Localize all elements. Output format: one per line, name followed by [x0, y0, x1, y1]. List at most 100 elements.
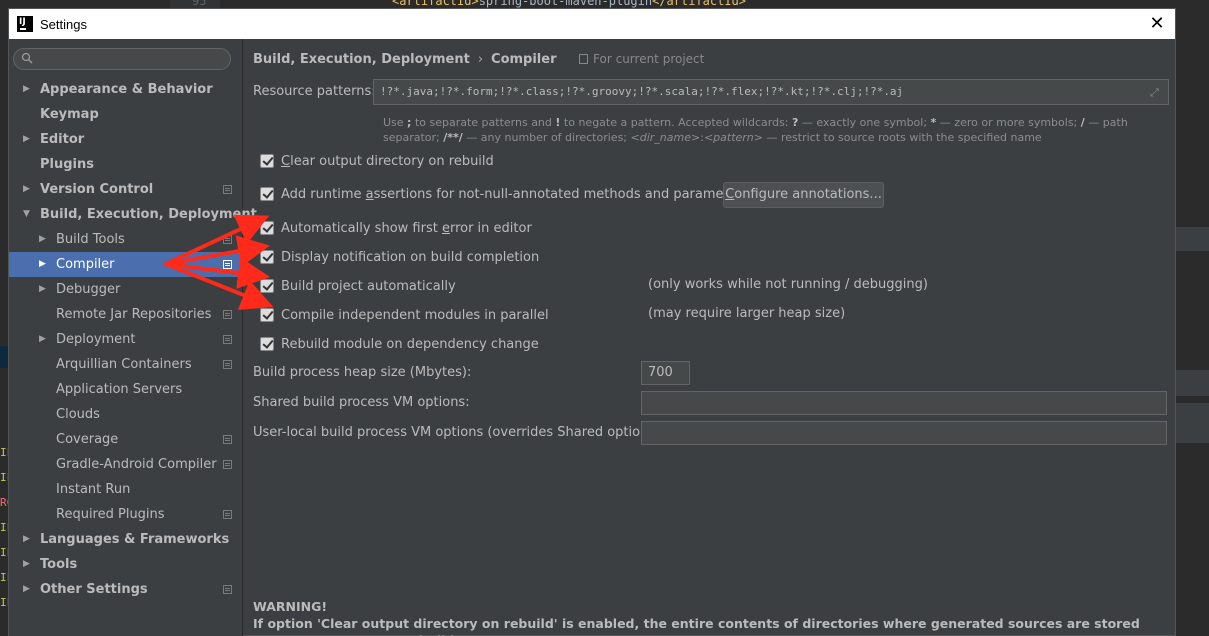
code-text: spring-boot-maven-plugin — [478, 0, 653, 8]
warning-text: If option 'Clear output directory on reb… — [253, 616, 1140, 636]
option-checkbox-row[interactable]: Build project automatically — [260, 277, 456, 295]
project-settings-icon — [223, 335, 232, 344]
settings-search[interactable] — [13, 48, 231, 70]
option-checkbox-row[interactable]: Display notification on build completion — [260, 248, 539, 266]
console-line: IF — [0, 471, 8, 484]
chevron-right-icon[interactable]: ▶ — [39, 252, 49, 277]
project-scope-icon — [579, 54, 589, 64]
project-settings-icon — [223, 235, 232, 244]
warning-message: WARNING! If option 'Clear output directo… — [253, 598, 1173, 636]
sidebar-item[interactable]: Coverage — [9, 427, 242, 452]
resource-patterns-hint: Use ; to separate patterns and ! to nega… — [383, 116, 1128, 144]
option-checkbox-row[interactable]: Automatically show first error in editor — [260, 219, 532, 237]
sidebar-item[interactable]: ▶ Other Settings — [9, 577, 242, 602]
sidebar-item-label: Instant Run — [56, 482, 131, 497]
checkbox[interactable] — [260, 187, 274, 201]
console-line: IF — [0, 571, 8, 584]
shared-vm-options-label: Shared build process VM options: — [253, 395, 470, 410]
shared-vm-options-field[interactable] — [641, 391, 1167, 415]
sidebar-item[interactable]: Application Servers — [9, 377, 242, 402]
intellij-logo-icon — [17, 16, 33, 32]
settings-dialog: Settings ✕ ▶Appearance & BehaviorKeymap▶… — [8, 8, 1176, 636]
dialog-title: Settings — [40, 16, 87, 32]
project-settings-icon — [223, 585, 232, 594]
configure-annotations-button[interactable]: Configure annotations... — [723, 182, 884, 208]
chevron-right-icon[interactable]: ▶ — [23, 527, 33, 552]
checkbox[interactable] — [260, 250, 274, 264]
resource-patterns-field[interactable]: !?*.java;!?*.form;!?*.class;!?*.groovy;!… — [373, 79, 1169, 105]
chevron-right-icon[interactable]: ▶ — [23, 552, 33, 577]
sidebar-item-label: Appearance & Behavior — [40, 82, 213, 97]
compiler-settings-panel: Build, Execution, Deployment › Compiler Fo… — [244, 39, 1175, 636]
project-scope-label: For current project — [593, 52, 705, 66]
project-scope-note: For current project — [579, 52, 704, 66]
option-checkbox-row[interactable]: Add runtime assertions for not-null-anno… — [260, 185, 749, 203]
sidebar-item[interactable]: ▶ Deployment — [9, 327, 242, 352]
sidebar-item-label: Tools — [40, 557, 78, 572]
sidebar-item-label: Version Control — [40, 182, 154, 197]
chevron-right-icon[interactable]: ▶ — [23, 177, 33, 202]
code-close-tag: </artifactId> — [652, 0, 747, 8]
breadcrumb-separator: › — [477, 52, 484, 67]
sidebar-item-label: Build Tools — [56, 232, 125, 247]
heap-size-label: Build process heap size (Mbytes): — [253, 365, 472, 380]
project-settings-icon — [223, 360, 232, 369]
sidebar-item[interactable]: Clouds — [9, 402, 242, 427]
chevron-right-icon[interactable]: ▶ — [23, 127, 33, 152]
project-settings-icon — [223, 510, 232, 519]
chevron-right-icon[interactable]: ▶ — [39, 227, 49, 252]
background-band — [1176, 403, 1209, 443]
checkbox-label: Rebuild module on dependency change — [281, 336, 539, 352]
checkbox[interactable] — [260, 221, 274, 235]
chevron-down-icon[interactable]: ▼ — [23, 202, 33, 227]
sidebar-item[interactable]: ▶ Version Control — [9, 177, 242, 202]
sidebar-item[interactable]: Instant Run — [9, 477, 242, 502]
sidebar-item[interactable]: Plugins — [9, 152, 242, 177]
checkbox[interactable] — [260, 154, 274, 168]
chevron-right-icon[interactable]: ▶ — [23, 577, 33, 602]
heap-size-field[interactable]: 700 — [641, 361, 690, 385]
sidebar-item[interactable]: Required Plugins — [9, 502, 242, 527]
sidebar-item[interactable]: ▶ Editor — [9, 127, 242, 152]
warning-title: WARNING! — [253, 599, 328, 614]
background-band — [1176, 370, 1209, 396]
search-input[interactable] — [36, 51, 226, 67]
sidebar-item[interactable]: ▶ Languages & Frameworks — [9, 527, 242, 552]
checkbox[interactable] — [260, 279, 274, 293]
breadcrumb-parent[interactable]: Build, Execution, Deployment — [253, 52, 470, 67]
sidebar-item[interactable]: Remote Jar Repositories — [9, 302, 242, 327]
option-checkbox-row[interactable]: Compile independent modules in parallel — [260, 306, 549, 324]
user-vm-options-label: User-local build process VM options (ove… — [253, 425, 665, 440]
sidebar-item-label: Compiler — [56, 257, 115, 272]
sidebar-item-label: Required Plugins — [56, 507, 165, 522]
option-checkbox-row[interactable]: Clear output directory on rebuild — [260, 152, 494, 170]
sidebar-item[interactable]: ▶ Compiler — [9, 252, 242, 277]
chevron-right-icon[interactable]: ▶ — [39, 327, 49, 352]
option-checkbox-row[interactable]: Rebuild module on dependency change — [260, 335, 539, 353]
project-settings-icon — [223, 435, 232, 444]
checkbox[interactable] — [260, 337, 274, 351]
checkbox[interactable] — [260, 308, 274, 322]
project-settings-icon — [223, 185, 232, 194]
code-line: <artifactId>spring-boot-maven-plugin</ar… — [392, 0, 746, 8]
chevron-right-icon[interactable]: ▶ — [23, 77, 33, 102]
user-vm-options-field[interactable] — [641, 421, 1167, 445]
sidebar-item[interactable]: ▶ Tools — [9, 552, 242, 577]
title-bar[interactable]: Settings ✕ — [9, 9, 1175, 39]
sidebar-item[interactable]: Keymap — [9, 102, 242, 127]
sidebar-item[interactable]: ▶ Build Tools — [9, 227, 242, 252]
console-line: IF — [0, 521, 8, 534]
checkbox-label: Add runtime assertions for not-null-anno… — [281, 186, 749, 202]
sidebar-item[interactable]: ▶ Debugger — [9, 277, 242, 302]
sidebar-item[interactable]: ▶ Appearance & Behavior — [9, 77, 242, 102]
resource-patterns-label: Resource patterns: — [253, 84, 376, 99]
expand-icon[interactable]: ⤢ — [1150, 86, 1162, 99]
sidebar-item[interactable]: ▼ Build, Execution, Deployment — [9, 202, 257, 227]
sidebar-item-label: Gradle-Android Compiler — [56, 457, 217, 472]
sidebar-item[interactable]: Gradle-Android Compiler — [9, 452, 242, 477]
close-button[interactable]: ✕ — [1147, 14, 1167, 34]
chevron-right-icon[interactable]: ▶ — [39, 277, 49, 302]
checkbox-label: Automatically show first error in editor — [281, 220, 532, 236]
background-band — [1176, 227, 1209, 251]
sidebar-item[interactable]: Arquillian Containers — [9, 352, 242, 377]
